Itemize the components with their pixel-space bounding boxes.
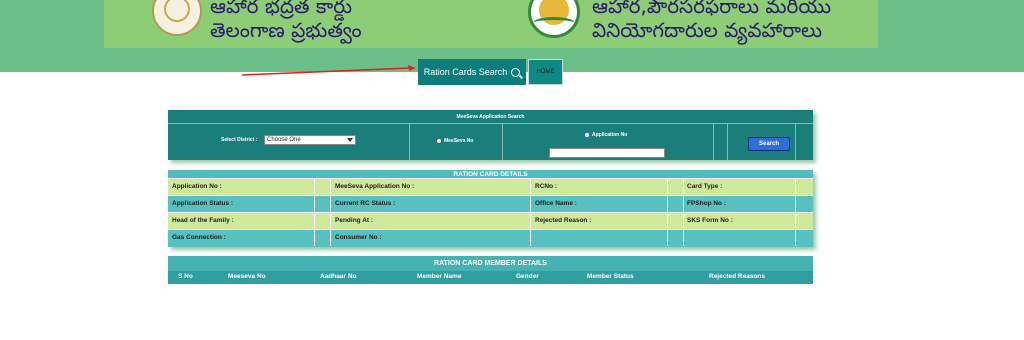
divider xyxy=(502,124,503,160)
application-no-radio-label: Application No xyxy=(592,132,628,138)
meeseva-application-no-label: MeeSeva Application No : xyxy=(335,183,415,190)
home-button[interactable]: HOME xyxy=(528,59,563,85)
search-icon xyxy=(511,67,521,77)
member-details-title: RATION CARD MEMBER DETAILS xyxy=(434,260,547,267)
meeseva-no-radio-label: MeeSeva No xyxy=(444,138,474,144)
column-header: Rejected Reasons xyxy=(709,273,765,280)
application-no-input[interactable] xyxy=(549,148,665,158)
ration-card-details-title: RATION CARD DETAILS xyxy=(168,170,813,178)
gas-connection-label: Gas Connection : xyxy=(172,234,226,241)
member-details-panel: RATION CARD MEMBER DETAILS S No Meeseva … xyxy=(168,256,813,284)
rejected-reason-label: Rejected Reason : xyxy=(535,217,592,224)
member-table-header: S No Meeseva No Aadhaar No Member Name G… xyxy=(168,271,813,284)
pending-at-label: Pending At : xyxy=(335,217,374,224)
divider xyxy=(795,124,796,160)
column-header: Aadhaar No xyxy=(320,273,357,280)
civil-supplies-logo-icon xyxy=(528,0,580,38)
rc-no-label: RCNo : xyxy=(535,183,558,190)
divider xyxy=(409,124,410,160)
divider xyxy=(727,124,728,160)
details-row: Head of the Family : Pending At : Reject… xyxy=(168,212,813,229)
district-select-value: Choose One xyxy=(267,137,301,143)
search-button[interactable]: Search xyxy=(748,137,790,151)
column-header: Member Name xyxy=(417,273,462,280)
current-rc-status-label: Current RC Status : xyxy=(335,200,396,207)
details-row: Application No : MeeSeva Application No … xyxy=(168,178,813,195)
chevron-down-icon xyxy=(347,138,353,142)
column-header: S No xyxy=(178,273,193,280)
telangana-emblem-icon xyxy=(152,0,202,36)
head-of-family-label: Head of the Family : xyxy=(172,217,234,224)
column-header: Gender xyxy=(516,273,539,280)
details-row: Application Status : Current RC Status :… xyxy=(168,195,813,212)
sks-form-no-label: SKS Form No : xyxy=(687,217,733,224)
details-row: Gas Connection : Consumer No : xyxy=(168,229,813,246)
office-name-label: Office Name : xyxy=(535,200,577,207)
district-label: Select District : xyxy=(221,137,258,143)
card-type-label: Card Type : xyxy=(687,183,723,190)
meeseva-no-radio[interactable] xyxy=(436,138,442,144)
banner-left-line2: తెలంగాణ ప్రభుత్వం xyxy=(210,18,362,42)
banner-right-line2: వినియోగదారుల వ్యవహారాలు xyxy=(592,18,823,42)
consumer-no-label: Consumer No : xyxy=(335,234,382,241)
ration-card-details-panel: RATION CARD DETAILS Application No : Mee… xyxy=(168,170,813,247)
application-no-label: Application No : xyxy=(172,183,222,190)
ration-cards-search-button[interactable]: Ration Cards Search xyxy=(418,59,526,85)
search-panel-title: MeeSeva Application Search xyxy=(168,110,813,124)
column-header: Member Status xyxy=(587,273,634,280)
district-select[interactable]: Choose One xyxy=(264,135,356,145)
application-no-radio[interactable] xyxy=(584,132,590,138)
application-status-label: Application Status : xyxy=(172,200,234,207)
divider xyxy=(713,124,714,160)
ration-cards-search-label: Ration Cards Search xyxy=(423,67,508,77)
fpshop-no-label: FPShop No : xyxy=(687,200,726,207)
column-header: Meeseva No xyxy=(228,273,266,280)
department-banner: ఆహార భద్రత కార్డు తెలంగాణ ప్రభుత్వం ఆహార… xyxy=(104,0,878,48)
meeseva-search-panel: MeeSeva Application Search Select Distri… xyxy=(168,110,813,160)
